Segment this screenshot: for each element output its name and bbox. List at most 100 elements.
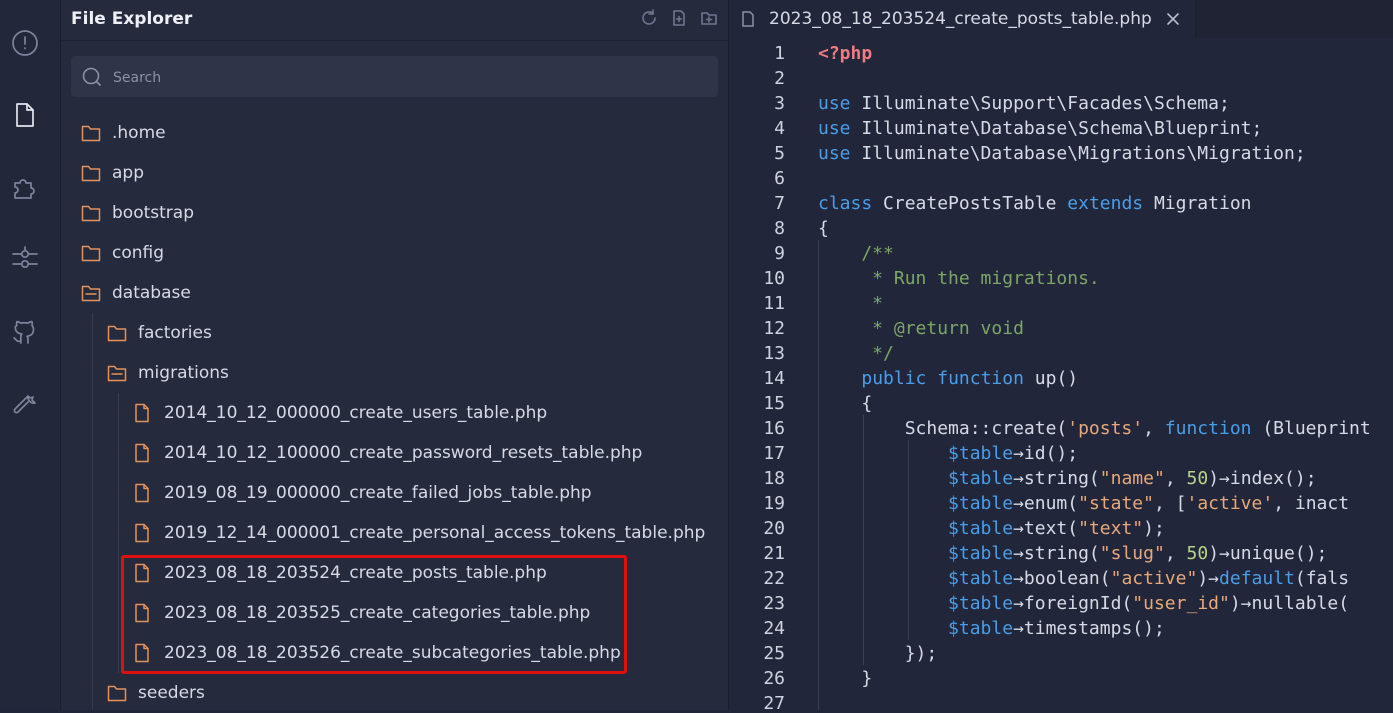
alert-circle-icon[interactable] (10, 28, 40, 58)
file-icon (741, 11, 757, 27)
folder-open-icon (107, 362, 129, 384)
file-icon (133, 402, 155, 424)
line-number: 26 (763, 668, 785, 689)
line-number: 15 (763, 393, 785, 414)
tree-item-label: 2019_08_19_000000_create_failed_jobs_tab… (164, 483, 592, 503)
refresh-icon[interactable] (640, 9, 658, 27)
line-number: 17 (763, 443, 785, 464)
code-text: $table→string("slug", 50)→unique(); (948, 543, 1328, 564)
tree-item-label: database (112, 283, 191, 303)
tree-folder[interactable]: app (81, 153, 144, 193)
tree-indent-guide (92, 313, 93, 710)
close-icon[interactable] (1166, 11, 1182, 27)
file-icon[interactable] (10, 100, 40, 130)
folder-open-icon (81, 282, 103, 304)
code-text: $table→string("name", 50)→index(); (948, 468, 1317, 489)
activity-bar (0, 0, 61, 710)
tree-file[interactable]: 2019_08_19_000000_create_failed_jobs_tab… (133, 473, 592, 513)
highlight-box (121, 555, 627, 674)
line-number: 16 (763, 418, 785, 439)
code-text: { (818, 393, 873, 414)
line-number: 9 (774, 243, 785, 264)
tree-item-label: 2014_10_12_100000_create_password_resets… (164, 443, 643, 463)
line-number: 27 (763, 693, 785, 710)
tree-folder[interactable]: migrations (107, 353, 229, 393)
folder-icon (81, 242, 103, 264)
tree-item-label: 2019_12_14_000001_create_personal_access… (164, 523, 706, 543)
code-text: */ (818, 343, 894, 364)
puzzle-icon[interactable] (10, 172, 40, 202)
search-icon (82, 67, 102, 87)
code-text: $table→timestamps(); (948, 618, 1165, 639)
new-folder-icon[interactable] (700, 9, 718, 27)
tree-item-label: config (112, 243, 165, 263)
code-text: }); (818, 643, 938, 664)
line-number: 8 (774, 218, 785, 239)
tree-folder[interactable]: seeders (107, 673, 205, 713)
code-text: * (818, 293, 884, 314)
sliders-icon[interactable] (10, 244, 40, 274)
code-text: <?php (818, 43, 873, 64)
code-text: $table→enum("state", ['active', inact (948, 493, 1350, 514)
tree-item-label: factories (138, 323, 212, 343)
new-file-icon[interactable] (670, 9, 688, 27)
tree-item-label: migrations (138, 363, 229, 383)
file-explorer-header: File Explorer (61, 0, 728, 41)
folder-icon (81, 122, 103, 144)
tree-folder[interactable]: bootstrap (81, 193, 194, 233)
code-text: { (818, 218, 829, 239)
code-text: class CreatePostsTable extends Migration (818, 193, 1252, 214)
tree-folder[interactable]: .home (81, 113, 166, 153)
line-number: 13 (763, 343, 785, 364)
folder-icon (107, 322, 129, 344)
code-text: /** (818, 243, 894, 264)
line-number: 20 (763, 518, 785, 539)
line-number: 11 (763, 293, 785, 314)
line-number: 6 (774, 168, 785, 189)
code-text: * @return void (818, 318, 1024, 339)
line-number: 4 (774, 118, 785, 139)
tree-file[interactable]: 2019_12_14_000001_create_personal_access… (133, 513, 705, 553)
code-text: * Run the migrations. (818, 268, 1100, 289)
tab-label: 2023_08_18_203524_create_posts_table.php (769, 9, 1152, 29)
code-text: Schema::create('posts', function (Bluepr… (818, 418, 1371, 439)
code-text: } (818, 668, 873, 689)
tree-folder[interactable]: factories (107, 313, 212, 353)
code-editor: 2023_08_18_203524_create_posts_table.php… (729, 0, 1393, 710)
file-icon (133, 482, 155, 504)
tree-folder[interactable]: config (81, 233, 164, 273)
file-icon (133, 442, 155, 464)
line-number: 1 (774, 43, 785, 64)
search-input[interactable] (111, 56, 705, 99)
tree-folder[interactable]: database (81, 273, 191, 313)
line-number: 10 (763, 268, 785, 289)
tree-indent-guide (118, 393, 119, 673)
line-number: 5 (774, 143, 785, 164)
line-number: 18 (763, 468, 785, 489)
code-text: $table→boolean("active")→default(fals (948, 568, 1350, 589)
file-icon (133, 522, 155, 544)
code-text: use Illuminate\Support\Facades\Schema; (818, 93, 1230, 114)
code-text: use Illuminate\Database\Migrations\Migra… (818, 143, 1306, 164)
editor-tabbar: 2023_08_18_203524_create_posts_table.php (729, 0, 1393, 38)
wrench-icon[interactable] (10, 388, 40, 418)
tree-file[interactable]: 2014_10_12_100000_create_password_resets… (133, 433, 642, 473)
tree-item-label: seeders (138, 683, 205, 703)
tree-item-label: 2014_10_12_000000_create_users_table.php (164, 403, 548, 423)
folder-icon (81, 202, 103, 224)
code-text: $table→id(); (948, 443, 1079, 464)
code-text: use Illuminate\Database\Schema\Blueprint… (818, 118, 1263, 139)
code-text: $table→foreignId("user_id")→nullable( (948, 593, 1350, 614)
tree-file[interactable]: 2014_10_12_000000_create_users_table.php (133, 393, 547, 433)
tree-item-label: bootstrap (112, 203, 194, 223)
line-number: 3 (774, 93, 785, 114)
code-text: $table→text("text"); (948, 518, 1165, 539)
line-number: 7 (774, 193, 785, 214)
tree-item-label: app (112, 163, 144, 183)
editor-tab[interactable]: 2023_08_18_203524_create_posts_table.php (729, 0, 1196, 38)
github-icon[interactable] (10, 316, 40, 346)
line-number: 14 (763, 368, 785, 389)
tree-item-label: .home (112, 123, 166, 143)
file-explorer-title: File Explorer (71, 9, 193, 29)
line-number: 12 (763, 318, 785, 339)
